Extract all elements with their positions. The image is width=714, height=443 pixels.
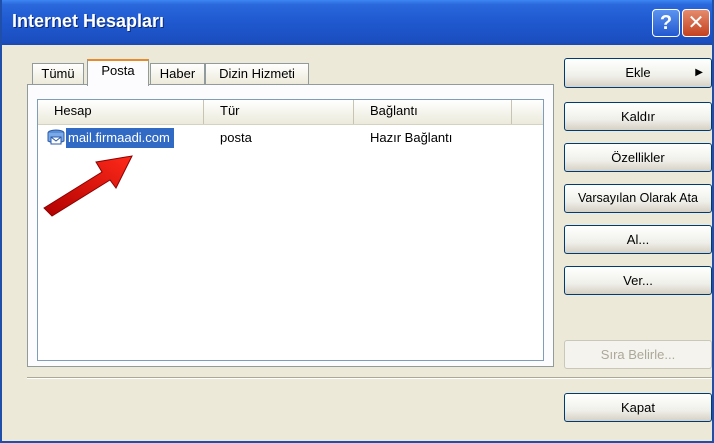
account-name: mail.firmaadi.com xyxy=(66,128,174,148)
import-button[interactable]: Al... xyxy=(564,225,712,254)
close-button[interactable]: ✕ xyxy=(682,9,710,37)
set-order-button[interactable]: Sıra Belirle... xyxy=(564,340,712,369)
column-header-hesap[interactable]: Hesap xyxy=(38,100,204,124)
remove-button[interactable]: Kaldır xyxy=(564,102,712,131)
add-button-label: Ekle xyxy=(625,65,651,80)
window-title: Internet Hesapları xyxy=(12,11,165,31)
set-default-button[interactable]: Varsayılan Olarak Ata xyxy=(564,184,712,213)
red-arrow-annotation xyxy=(43,155,133,217)
close-dialog-button[interactable]: Kapat xyxy=(564,393,712,422)
tab-posta[interactable]: Posta xyxy=(87,59,149,86)
internet-accounts-dialog: Internet Hesapları ? ✕ Tümü Posta Haber … xyxy=(0,0,714,443)
chevron-right-icon: ▶ xyxy=(695,67,703,78)
help-icon: ? xyxy=(659,12,673,34)
account-type: posta xyxy=(220,130,252,145)
tab-tumu[interactable]: Tümü xyxy=(32,63,84,85)
tab-panel-posta: Hesap Tür Bağlantı mail.firmaadi.com pos… xyxy=(27,84,554,367)
title-bar[interactable]: Internet Hesapları ? ✕ xyxy=(2,0,712,45)
mail-account-icon xyxy=(47,129,65,145)
tab-dizin-hizmeti[interactable]: Dizin Hizmeti xyxy=(205,63,309,85)
properties-button[interactable]: Özellikler xyxy=(564,143,712,172)
list-item[interactable]: mail.firmaadi.com posta Hazır Bağlantı xyxy=(38,128,543,150)
accounts-list[interactable]: Hesap Tür Bağlantı mail.firmaadi.com pos… xyxy=(37,99,544,361)
help-button[interactable]: ? xyxy=(652,9,680,37)
column-header-tur[interactable]: Tür xyxy=(204,100,354,124)
separator xyxy=(27,377,712,379)
add-button[interactable]: Ekle ▶ xyxy=(564,58,712,88)
column-header-baglanti[interactable]: Bağlantı xyxy=(354,100,512,124)
list-header: Hesap Tür Bağlantı xyxy=(38,100,543,125)
tab-haber[interactable]: Haber xyxy=(150,63,205,85)
close-icon: ✕ xyxy=(687,12,705,34)
column-header-filler xyxy=(512,100,543,124)
account-connection: Hazır Bağlantı xyxy=(370,130,453,145)
export-button[interactable]: Ver... xyxy=(564,266,712,295)
